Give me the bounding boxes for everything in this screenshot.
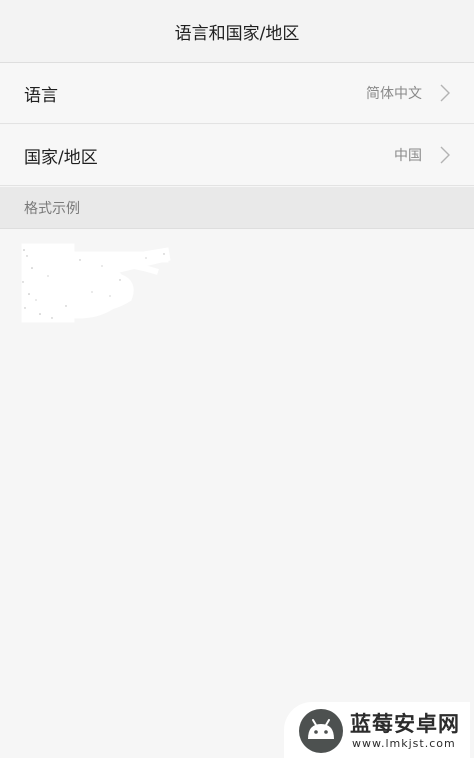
region-row[interactable]: 国家/地区 中国 <box>0 125 474 186</box>
title-bar: 语言和国家/地区 <box>0 0 474 63</box>
redacted-format-example <box>18 236 173 331</box>
chevron-right-icon <box>440 84 450 102</box>
chevron-right-icon <box>440 146 450 164</box>
format-example-header: 格式示例 <box>0 187 474 229</box>
watermark-site-name: 蓝莓安卓网 <box>350 712 460 736</box>
region-value: 中国 <box>394 148 422 164</box>
android-logo-icon <box>299 709 343 753</box>
language-row[interactable]: 语言 简体中文 <box>0 63 474 124</box>
language-value: 简体中文 <box>366 86 422 102</box>
language-label: 语言 <box>24 85 58 106</box>
format-example-label: 格式示例 <box>24 200 80 217</box>
page-title: 语言和国家/地区 <box>174 23 300 44</box>
watermark-url: www.lmkjst.com <box>352 737 456 750</box>
region-label: 国家/地区 <box>24 147 98 168</box>
site-watermark: 蓝莓安卓网 www.lmkjst.com <box>284 702 470 758</box>
